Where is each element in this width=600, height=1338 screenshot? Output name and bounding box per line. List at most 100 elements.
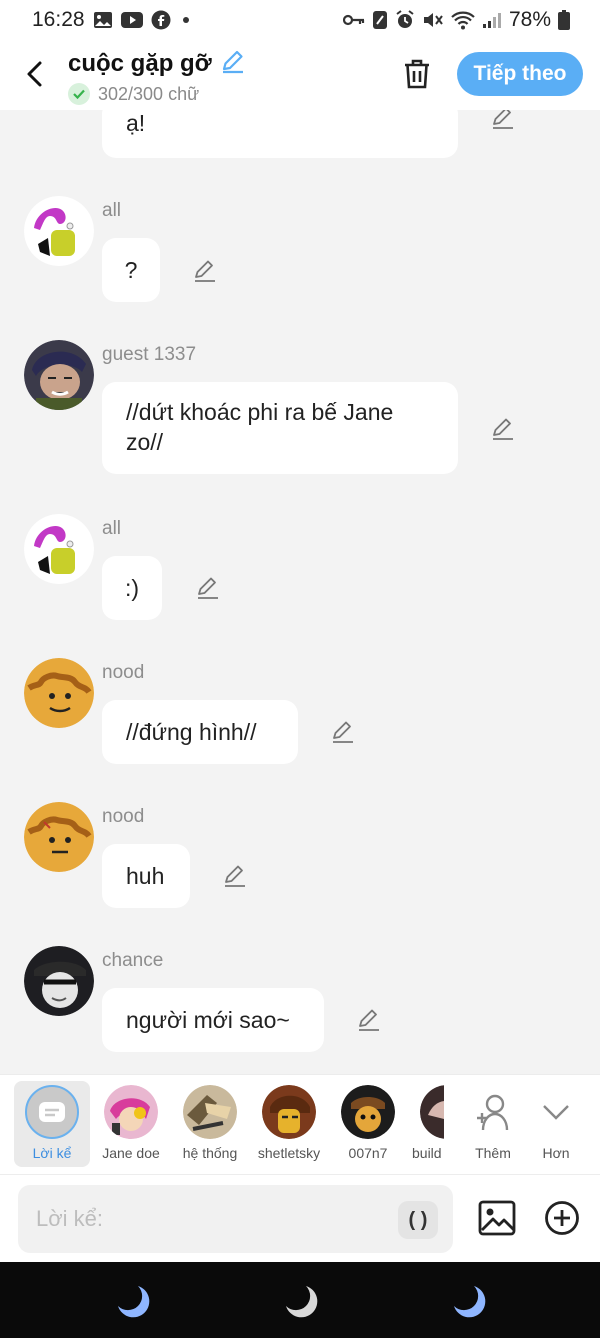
wifi-icon (451, 10, 475, 30)
edit-message-button[interactable] (192, 257, 218, 283)
character-jane-doe[interactable]: Jane doe (91, 1081, 171, 1167)
character-label: Hơn (542, 1145, 570, 1161)
status-bar: 16:28 78% (0, 0, 600, 40)
trash-icon (405, 59, 429, 89)
insert-image-button[interactable] (478, 1199, 516, 1237)
character-label: build (412, 1145, 442, 1161)
message-text: ạ! (126, 110, 146, 136)
avatar (183, 1085, 237, 1139)
gallery-icon (93, 11, 113, 29)
message-text: người mới sao~ (126, 1007, 290, 1033)
avatar[interactable] (24, 196, 94, 266)
add-button[interactable] (543, 1199, 581, 1237)
character-label: 007n7 (348, 1145, 388, 1161)
sender-name: chance (102, 950, 164, 971)
message-bubble[interactable]: //đứng hình// (102, 700, 298, 764)
edit-message-button[interactable] (490, 110, 516, 130)
edit-message-button[interactable] (330, 718, 356, 744)
character-shetletsky[interactable]: shetletsky (249, 1081, 329, 1167)
pencil-icon (198, 577, 218, 599)
back-arrow-icon (27, 61, 42, 87)
message-input[interactable] (18, 1185, 453, 1253)
nav-back-button[interactable] (450, 1282, 490, 1322)
facebook-icon (151, 10, 171, 30)
key-icon (342, 13, 365, 27)
chat-area[interactable]: ạ! all ? guest 1337 //dứt khoác phi ra b… (0, 110, 600, 1074)
avatar[interactable] (24, 514, 94, 584)
narration-icon (39, 1102, 65, 1122)
battery-percent: 78% (508, 8, 551, 31)
nfc-icon (372, 10, 388, 30)
next-button[interactable]: Tiếp theo (457, 52, 583, 96)
sender-name: nood (102, 662, 145, 683)
message-bubble[interactable]: ? (102, 238, 160, 302)
youtube-icon (120, 11, 143, 29)
message-bubble[interactable]: :) (102, 556, 162, 620)
plus-circle-icon (545, 1201, 579, 1235)
message-text: //dứt khoác phi ra bế Jane zo// (126, 399, 394, 455)
character-build[interactable]: build (404, 1081, 444, 1167)
check-icon (68, 83, 90, 105)
message-text: //đứng hình// (126, 719, 257, 745)
pencil-icon (493, 110, 513, 129)
title-block: cuộc gặp gỡ 302/300 chữ (68, 48, 246, 105)
status-time: 16:28 (32, 8, 85, 31)
avatar (104, 1085, 158, 1139)
pencil-icon (222, 50, 243, 74)
mute-icon (422, 10, 444, 30)
edit-message-button[interactable] (356, 1006, 382, 1032)
sender-name: all (102, 200, 122, 221)
nav-recents-button[interactable] (114, 1282, 154, 1322)
narrator-avatar (25, 1085, 79, 1139)
character-label: Jane doe (102, 1145, 160, 1161)
avatar[interactable] (24, 946, 94, 1016)
edit-title-button[interactable] (220, 48, 246, 79)
edit-message-button[interactable] (195, 574, 221, 600)
message-text: huh (126, 863, 165, 889)
back-button[interactable] (22, 58, 48, 90)
sender-name: all (102, 518, 122, 539)
chevron-down-icon (517, 1085, 595, 1139)
alarm-icon (395, 10, 415, 30)
character-count: 302/300 chữ (98, 83, 200, 104)
edit-message-button[interactable] (490, 415, 516, 441)
image-icon (478, 1200, 516, 1236)
character-selector: Lời kể Jane doe hệ thống shetletsky 007n… (0, 1074, 600, 1174)
sender-name: guest 1337 (102, 344, 197, 365)
sender-name: nood (102, 806, 145, 827)
pencil-icon (225, 865, 245, 887)
delete-button[interactable] (402, 58, 432, 90)
character-narrator[interactable]: Lời kể (14, 1081, 90, 1167)
character-label: Lời kể (32, 1145, 72, 1161)
signal-icon (482, 11, 502, 29)
moon-icon (118, 1286, 150, 1318)
pencil-icon (359, 1009, 379, 1031)
avatar (420, 1085, 444, 1139)
system-nav-bar (0, 1262, 600, 1338)
pencil-icon (195, 260, 215, 282)
header: cuộc gặp gỡ 302/300 chữ Tiếp theo (0, 40, 600, 110)
avatar[interactable] (24, 340, 94, 410)
avatar (262, 1085, 316, 1139)
avatar (341, 1085, 395, 1139)
character-system[interactable]: hệ thống (170, 1081, 250, 1167)
message-text: :) (124, 575, 140, 601)
page-title: cuộc gặp gỡ (68, 49, 212, 77)
notification-dot (182, 17, 189, 23)
character-007n7[interactable]: 007n7 (328, 1081, 408, 1167)
action-parentheses-button[interactable]: ( ) (398, 1201, 438, 1239)
character-label: shetletsky (257, 1145, 321, 1161)
avatar[interactable] (24, 658, 94, 728)
message-bubble[interactable]: ạ! (102, 110, 458, 158)
message-bubble[interactable]: huh (102, 844, 190, 908)
message-bubble[interactable]: người mới sao~ (102, 988, 324, 1052)
more-button[interactable]: Hơn (517, 1081, 595, 1167)
pencil-icon (333, 721, 353, 743)
pencil-icon (493, 418, 513, 440)
character-label: hệ thống (182, 1145, 238, 1161)
message-bubble[interactable]: //dứt khoác phi ra bế Jane zo// (102, 382, 458, 474)
avatar[interactable] (24, 802, 94, 872)
edit-message-button[interactable] (222, 862, 248, 888)
nav-home-button[interactable] (282, 1282, 322, 1322)
moon-icon (286, 1286, 318, 1318)
